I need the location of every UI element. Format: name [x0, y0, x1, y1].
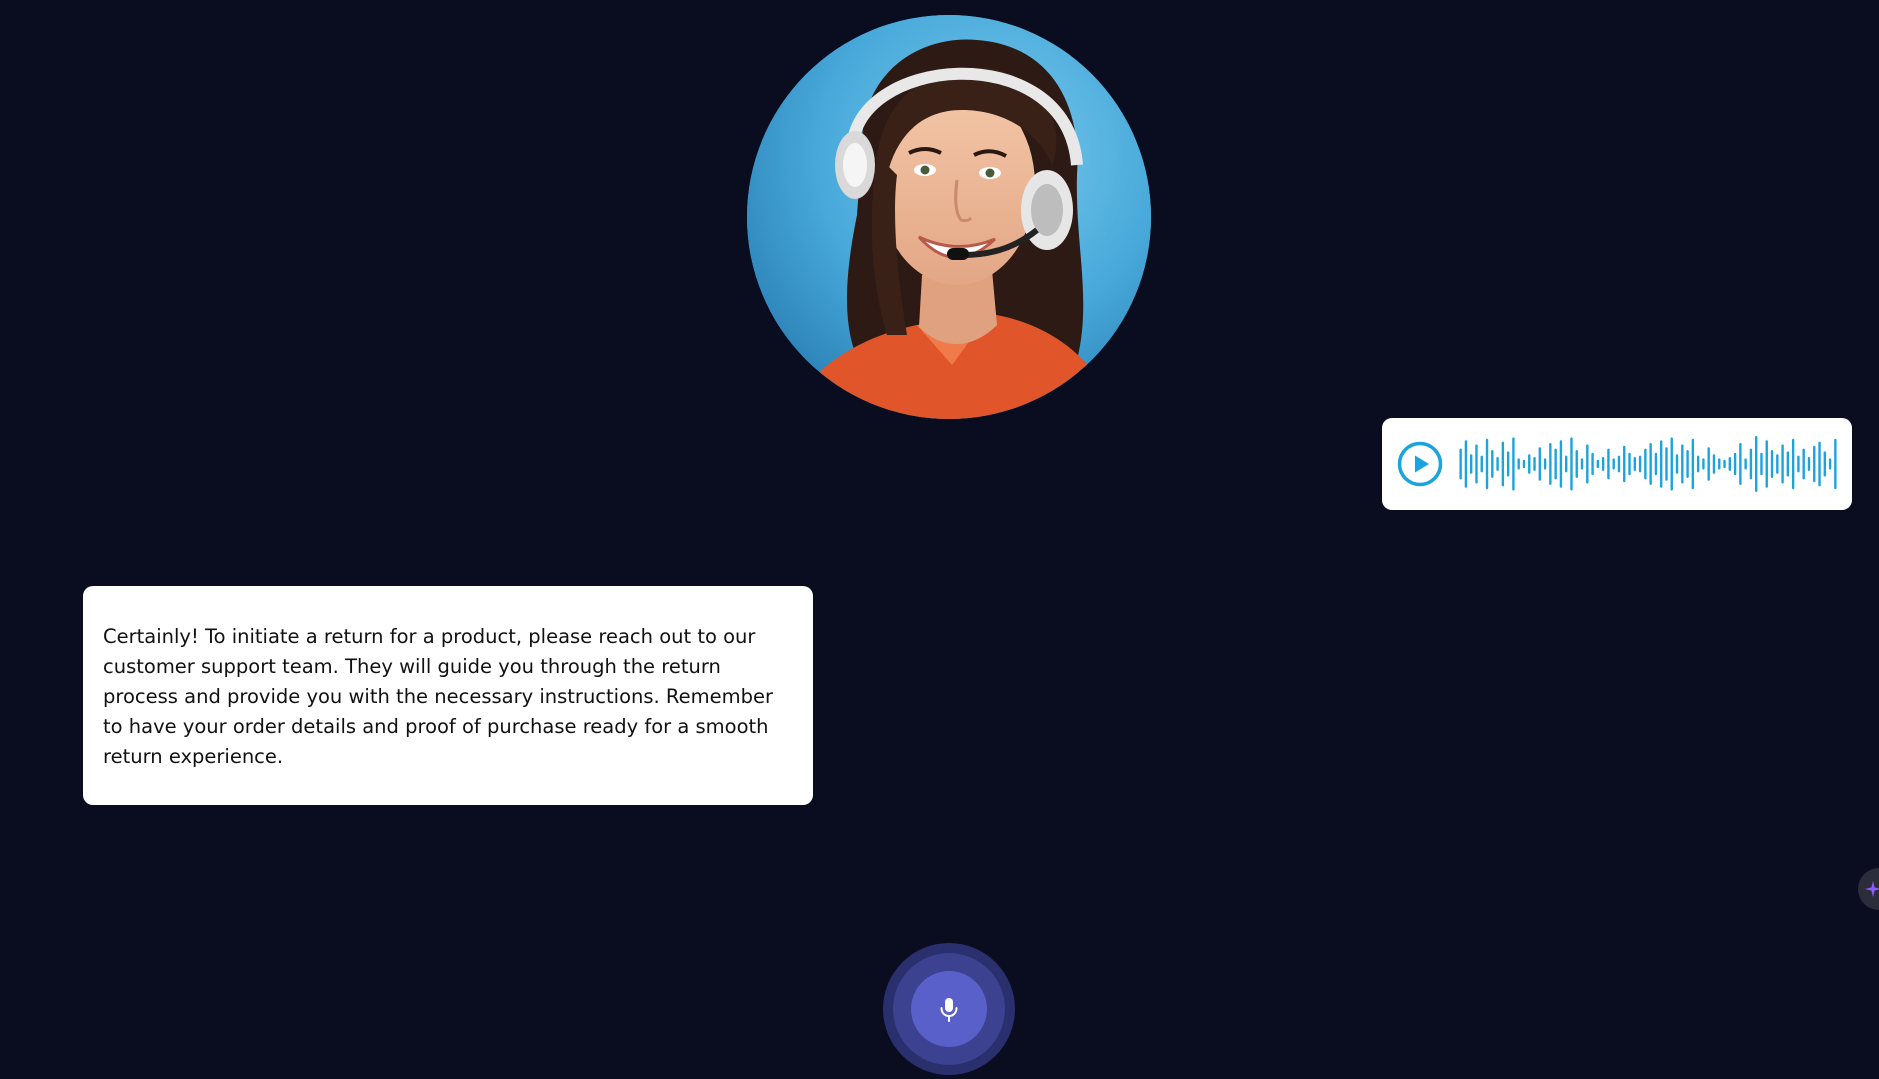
waveform-bar — [1807, 457, 1811, 471]
waveform-bar — [1797, 455, 1800, 473]
sparkle-icon — [1865, 881, 1879, 897]
waveform-bar — [1469, 454, 1473, 474]
waveform-bar — [1712, 454, 1716, 474]
waveform-bar — [1649, 443, 1652, 485]
waveform-bar — [1718, 458, 1721, 470]
waveform-bar — [1665, 447, 1668, 481]
agent-avatar — [747, 15, 1151, 419]
waveform-bar — [1559, 440, 1563, 488]
waveform-bar — [1596, 459, 1600, 469]
waveform-bar — [1628, 452, 1631, 476]
waveform-bar — [1575, 450, 1578, 478]
waveform-bar — [1675, 454, 1679, 474]
waveform-bar — [1739, 443, 1742, 485]
waveform-bar — [1533, 457, 1536, 471]
waveform-bar — [1496, 457, 1499, 471]
waveform-bar — [1818, 441, 1821, 487]
waveform-bar — [1538, 447, 1542, 481]
waveform-bar — [1522, 459, 1526, 469]
waveform-bars — [1459, 436, 1837, 492]
waveform-bar — [1681, 444, 1684, 484]
waveform-bar — [1776, 454, 1779, 474]
waveform-bar — [1813, 445, 1816, 483]
waveform-bar — [1501, 441, 1505, 487]
waveform-bar — [1765, 440, 1768, 488]
microphone-button-core — [911, 971, 987, 1047]
waveform-bar — [1485, 438, 1489, 490]
waveform-bar — [1601, 457, 1605, 471]
waveform-bar — [1633, 457, 1637, 471]
waveform-bar — [1459, 448, 1462, 480]
waveform-bar — [1696, 455, 1700, 473]
waveform-bar — [1723, 459, 1726, 469]
waveform-bar — [1754, 436, 1758, 492]
waveform-bar — [1770, 450, 1774, 478]
waveform-bar — [1749, 448, 1753, 480]
waveform-bar — [1491, 450, 1494, 478]
waveform-bar — [1733, 452, 1737, 476]
play-circle-icon — [1397, 441, 1443, 487]
waveform-bar — [1570, 437, 1573, 491]
assistant-reply-bubble: Certainly! To initiate a return for a pr… — [83, 586, 813, 805]
audio-waveform[interactable] — [1458, 434, 1838, 494]
waveform-bar — [1823, 451, 1827, 477]
waveform-bar — [1549, 443, 1552, 485]
waveform-bar — [1475, 444, 1478, 484]
waveform-bar — [1802, 448, 1805, 480]
waveform-bar — [1564, 455, 1568, 473]
waveform-bar — [1528, 454, 1531, 474]
waveform-bar — [1638, 455, 1642, 473]
waveform-bar — [1781, 444, 1784, 484]
microphone-icon — [940, 998, 958, 1022]
waveform-bar — [1612, 458, 1615, 470]
microphone-button[interactable] — [883, 943, 1015, 1075]
voice-assistant-screen: Certainly! To initiate a return for a pr… — [0, 0, 1879, 1079]
waveform-bar — [1654, 452, 1658, 476]
waveform-bar — [1580, 458, 1584, 470]
waveform-bar — [1464, 440, 1468, 488]
waveform-bar — [1791, 438, 1795, 490]
waveform-bar — [1691, 438, 1695, 490]
waveform-bar — [1670, 437, 1673, 491]
waveform-bar — [1591, 452, 1594, 476]
waveform-bar — [1760, 452, 1763, 476]
waveform-bar — [1586, 444, 1589, 484]
waveform-bar — [1659, 440, 1663, 488]
waveform-bar — [1554, 448, 1557, 480]
waveform-bar — [1506, 451, 1510, 477]
play-button[interactable] — [1396, 440, 1444, 488]
waveform-bar — [1707, 447, 1710, 481]
assistant-reply-text: Certainly! To initiate a return for a pr… — [103, 625, 773, 768]
waveform-bar — [1617, 455, 1621, 473]
waveform-bar — [1702, 458, 1705, 470]
waveform-bar — [1828, 458, 1832, 470]
waveform-bar — [1480, 455, 1483, 473]
voice-message-bubble — [1382, 418, 1852, 510]
support-agent-headset-photo — [747, 15, 1151, 419]
waveform-bar — [1543, 458, 1547, 470]
microphone-button-ring — [893, 953, 1005, 1065]
waveform-bar — [1644, 448, 1647, 480]
waveform-bar — [1834, 438, 1837, 490]
waveform-bar — [1512, 437, 1515, 491]
waveform-bar — [1623, 445, 1626, 483]
floating-assistant-widget[interactable] — [1858, 868, 1879, 910]
waveform-bar — [1517, 458, 1520, 470]
waveform-bar — [1607, 448, 1610, 480]
waveform-bar — [1786, 451, 1790, 477]
waveform-bar — [1686, 450, 1689, 478]
waveform-bar — [1728, 457, 1732, 471]
waveform-bar — [1744, 458, 1747, 470]
